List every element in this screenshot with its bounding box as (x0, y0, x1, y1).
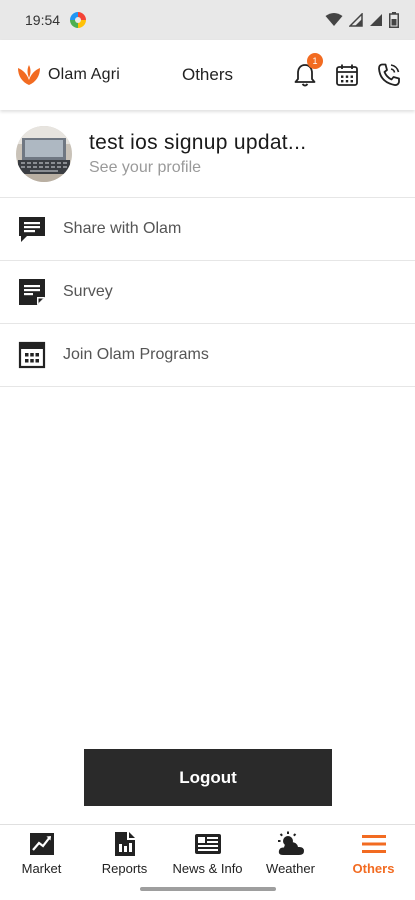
app-notification-icon (70, 12, 87, 28)
app-header: Olam Agri Others 1 (0, 40, 415, 110)
olam-logo-icon (18, 65, 40, 85)
nav-item-others[interactable]: Others (332, 825, 415, 884)
menu-item-label: Survey (63, 283, 113, 300)
chat-icon (17, 214, 47, 244)
nav-item-weather[interactable]: Weather (249, 825, 332, 884)
status-bar: 19:54 (0, 0, 415, 40)
logout-button[interactable]: Logout (84, 749, 332, 806)
weather-icon (277, 831, 305, 857)
see-profile-link[interactable]: See your profile (89, 159, 306, 177)
brand-name: Olam Agri (48, 66, 121, 83)
menu-item-label: Join Olam Programs (63, 346, 209, 363)
home-indicator[interactable] (140, 887, 276, 891)
menu-icon (360, 831, 388, 857)
calendar-icon (336, 64, 358, 86)
battery-icon (389, 12, 399, 28)
avatar-photo (16, 125, 72, 182)
notification-badge: 1 (307, 53, 323, 69)
menu-item-share-with-olam[interactable]: Share with Olam (0, 198, 415, 261)
news-icon (194, 831, 222, 857)
calendar-button[interactable] (333, 61, 361, 89)
nav-label: Others (352, 861, 395, 876)
nav-label: Reports (101, 861, 148, 876)
nav-label: Market (21, 861, 62, 876)
brand: Olam Agri (16, 64, 156, 86)
avatar (16, 125, 72, 182)
others-menu: Share with Olam Survey Join Olam Program… (0, 198, 415, 387)
menu-item-survey[interactable]: Survey (0, 261, 415, 324)
nav-label: News & Info (172, 861, 243, 876)
nav-label: Weather (266, 861, 315, 876)
reports-icon (111, 831, 139, 857)
notifications-button[interactable]: 1 (291, 53, 323, 89)
profile-row[interactable]: test ios signup updat... See your profil… (0, 110, 415, 198)
nav-item-market[interactable]: Market (0, 825, 83, 884)
calendar-grid-icon (17, 340, 47, 370)
menu-item-join-olam-programs[interactable]: Join Olam Programs (0, 324, 415, 387)
phone-icon (378, 63, 400, 86)
profile-text: test ios signup updat... See your profil… (89, 131, 306, 177)
wifi-icon (325, 13, 343, 26)
signal-icon (349, 13, 363, 27)
nav-item-reports[interactable]: Reports (83, 825, 166, 884)
call-button[interactable] (375, 61, 403, 89)
status-time: 19:54 (25, 12, 61, 28)
bottom-nav: Market Reports News & Info Weather Other… (0, 824, 415, 884)
chart-icon (28, 831, 56, 857)
survey-icon (17, 277, 47, 307)
status-indicators (325, 12, 399, 28)
nav-item-news-info[interactable]: News & Info (166, 825, 249, 884)
signal-icon-2 (370, 14, 382, 26)
profile-name: test ios signup updat... (89, 130, 307, 154)
menu-item-label: Share with Olam (63, 220, 182, 237)
header-actions: 1 (291, 53, 403, 89)
